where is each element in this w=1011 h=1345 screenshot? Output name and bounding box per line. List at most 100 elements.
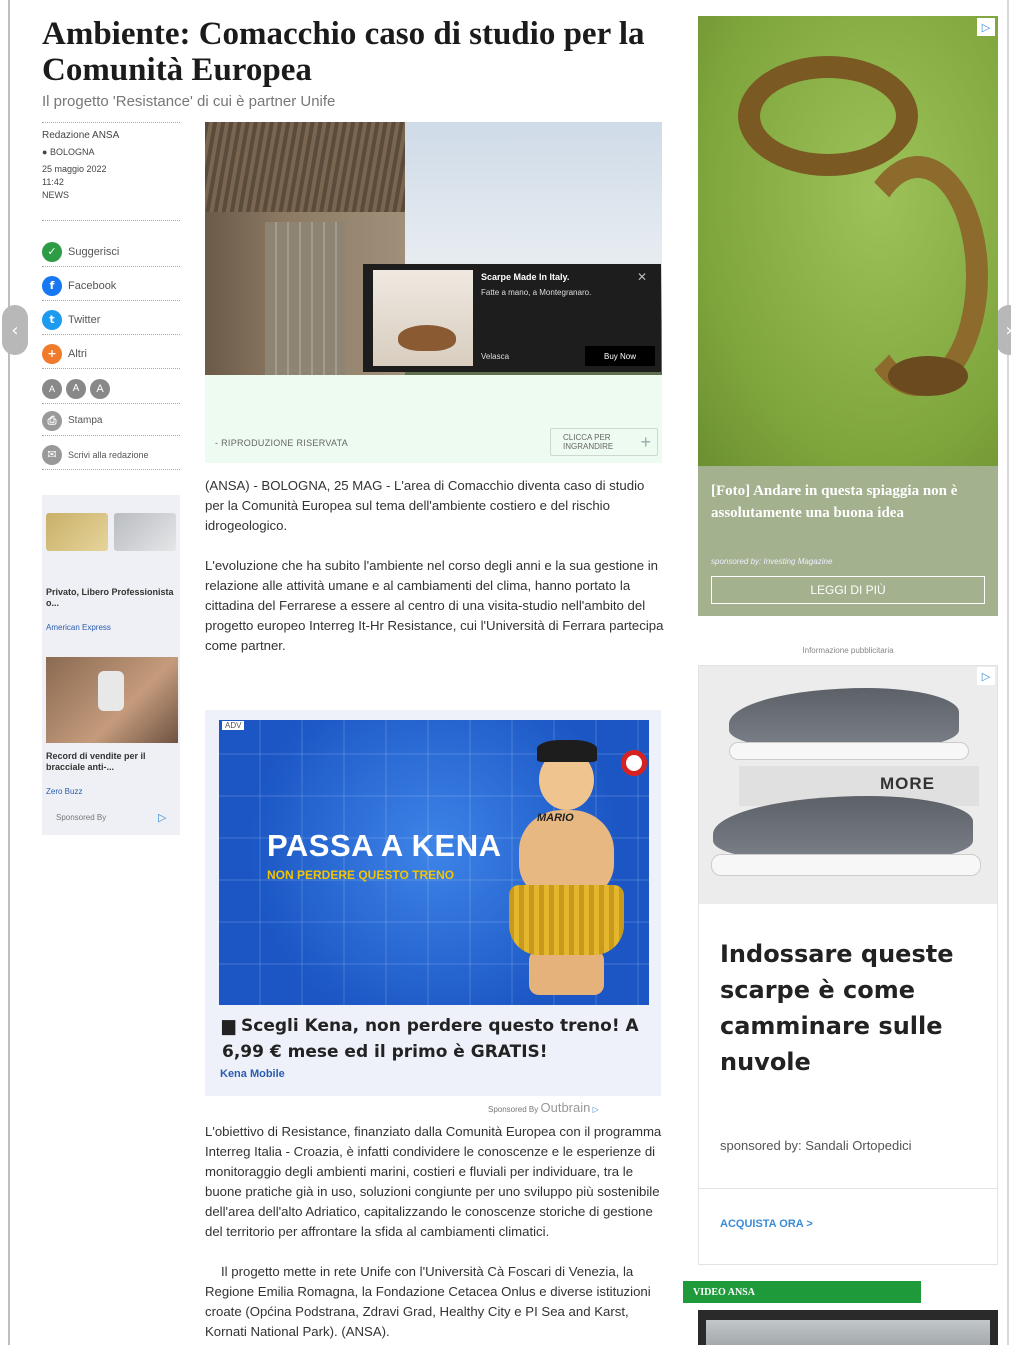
share-suggest[interactable]: ✓ Suggerisci (42, 237, 180, 267)
ad-choice-icon[interactable]: ▷ (977, 667, 995, 685)
right-ad-2-title[interactable]: Indossare queste scarpe è come camminare… (720, 936, 990, 1080)
share-others-label: Altri (68, 347, 87, 360)
snake-head (888, 356, 968, 396)
share-twitter[interactable]: t Twitter (42, 305, 180, 335)
article-paragraph-2: L'evoluzione che ha subito l'ambiente ne… (205, 558, 664, 653)
popup-close-icon[interactable]: ✕ (637, 270, 647, 284)
left-sponsored-title-1[interactable]: Privato, Libero Professionista o... (46, 587, 176, 609)
popup-title: Scarpe Made In Italy. (481, 272, 570, 282)
printer-icon: ⎙ (42, 410, 62, 431)
kena-ad-title-text: Scegli Kena, non perdere questo treno! A… (222, 1016, 639, 1062)
print-button[interactable]: ⎙ Stampa (42, 406, 180, 436)
article-category[interactable]: NEWS (42, 189, 180, 202)
shoe-brand-badge: MORE (880, 774, 935, 793)
kena-ad-title[interactable]: ▆ Scegli Kena, non perdere questo treno!… (222, 1013, 662, 1065)
train-signal-icon (621, 750, 647, 776)
article-time: 11:42 (42, 177, 64, 187)
image-ad-popup[interactable]: Scarpe Made In Italy. Fatte a mano, a Mo… (363, 264, 661, 372)
kena-ad-brand[interactable]: Kena Mobile (220, 1068, 285, 1080)
write-editor-button[interactable]: ✉ Scrivi alla redazione (42, 440, 180, 470)
share-twitter-label: Twitter (68, 313, 101, 326)
next-article-arrow-icon[interactable]: › (996, 305, 1011, 355)
kena-ad-headline: PASSA A KENA (267, 828, 502, 863)
plus-share-icon: + (42, 343, 62, 364)
snake-coil (738, 56, 918, 176)
buy-now-link[interactable]: ACQUISTA ORA > (720, 1218, 813, 1230)
mascot-skirt (509, 885, 624, 955)
mail-icon: ✉ (42, 444, 62, 465)
mascot-legs (529, 950, 604, 995)
image-caption: - RIPRODUZIONE RISERVATA (215, 438, 349, 448)
shoe-photo (373, 270, 473, 366)
right-ad-2-sponsor: sponsored by: Sandali Ortopedici (720, 1138, 912, 1153)
left-sponsored-source-2[interactable]: Zero Buzz (46, 787, 82, 796)
text-size-controls: A A A (42, 374, 180, 404)
shoes-photo[interactable] (699, 666, 997, 904)
text-size-medium-button[interactable]: A (66, 378, 86, 399)
share-suggest-label: Suggerisci (68, 245, 120, 258)
ad-choice-icon: ▷ (592, 1105, 599, 1114)
article-author[interactable]: Redazione ANSA (42, 129, 180, 142)
article-subhead: Il progetto 'Resistance' di cui è partne… (42, 93, 336, 110)
page-frame-left (8, 0, 10, 1345)
mascot-hat (537, 740, 597, 762)
popup-buy-now-button[interactable]: Buy Now (585, 346, 655, 366)
facebook-icon: f (42, 275, 62, 296)
prev-article-arrow-icon[interactable]: ‹ (2, 305, 28, 355)
left-sponsored-box: Privato, Libero Professionista o... Amer… (42, 495, 180, 835)
enlarge-image-button[interactable]: CLICCA PER INGRANDIRE + (550, 428, 658, 456)
ad-disclosure: Informazione pubblicitaria (802, 646, 894, 655)
article-headline: Ambiente: Comacchio caso di studio per l… (42, 16, 645, 88)
outbrain-logo: Outbrain (540, 1100, 591, 1115)
shoe-top (729, 688, 959, 748)
popup-brand: Velasca (481, 352, 510, 361)
shoe-top-sole (729, 742, 969, 760)
video-section-label[interactable]: VIDEO ANSA (683, 1281, 921, 1303)
divider (699, 1188, 997, 1189)
adv-tag: ADV (222, 721, 245, 730)
popup-subtitle: Fatte a mano, a Montegranaro. (481, 288, 592, 297)
write-editor-label: Scrivi alla redazione (68, 449, 149, 460)
text-size-large-button[interactable]: A (90, 378, 110, 399)
amex-cards-image[interactable] (46, 509, 176, 557)
kena-ad-subline: NON PERDERE QUESTO TRENO (267, 868, 455, 882)
print-label: Stampa (68, 415, 103, 426)
article-main-image[interactable]: Scarpe Made In Italy. Fatte a mano, a Mo… (205, 122, 662, 375)
share-facebook[interactable]: f Facebook (42, 271, 180, 301)
article-paragraph-3: L'obiettivo di Resistance, finanziato da… (205, 1124, 662, 1239)
shoe-icon (398, 325, 456, 351)
phone-icon: ▆ (222, 1016, 241, 1036)
location-pin-icon: ● (42, 147, 48, 157)
mascot-badge: MARIO (537, 812, 574, 824)
snake-photo[interactable] (698, 16, 998, 466)
read-more-button[interactable]: LEGGI DI PIÙ (711, 576, 985, 604)
plus-icon: + (640, 431, 651, 452)
left-sponsored-by: Sponsored By (56, 813, 107, 822)
outbrain-attribution[interactable]: Sponsored By Outbrain ▷ (488, 1100, 599, 1115)
article-paragraph-4: Il progetto mette in rete Unife con l'Un… (205, 1264, 651, 1339)
share-others[interactable]: + Altri (42, 339, 180, 369)
article-location: BOLOGNA (49, 147, 95, 157)
right-ad-1-sponsor: sponsored by: Investing Magazine (711, 557, 833, 566)
text-size-small-button[interactable]: A (42, 378, 62, 399)
bracelet-device-icon (98, 671, 124, 711)
page-frame-right (1007, 0, 1009, 1345)
ad-choice-icon[interactable]: ▷ (977, 18, 995, 36)
suggest-icon: ✓ (42, 241, 62, 262)
article-meta: Redazione ANSA ● BOLOGNA 25 maggio 2022 … (42, 122, 180, 221)
left-sponsored-title-2[interactable]: Record di vendite per il bracciale anti-… (46, 751, 176, 773)
video-thumbnail[interactable] (706, 1320, 990, 1345)
hut-door (265, 222, 345, 375)
ad-choice-icon[interactable]: ▷ (158, 811, 166, 824)
enlarge-label: CLICCA PER INGRANDIRE (563, 433, 614, 451)
share-facebook-label: Facebook (68, 279, 117, 292)
bracelet-image[interactable] (46, 657, 178, 743)
kena-ad-image[interactable]: PASSA A KENA NON PERDERE QUESTO TRENO MA… (219, 720, 649, 1005)
twitter-icon: t (42, 309, 62, 330)
article-paragraph-1: (ANSA) - BOLOGNA, 25 MAG - L'area di Com… (205, 478, 645, 533)
left-sponsored-source-1[interactable]: American Express (46, 623, 111, 632)
right-ad-1-title[interactable]: [Foto] Andare in questa spiaggia non è a… (711, 480, 986, 524)
sponsored-by-label: Sponsored By (488, 1105, 539, 1114)
article-date: 25 maggio 2022 (42, 164, 107, 174)
hut-roof (205, 122, 405, 212)
